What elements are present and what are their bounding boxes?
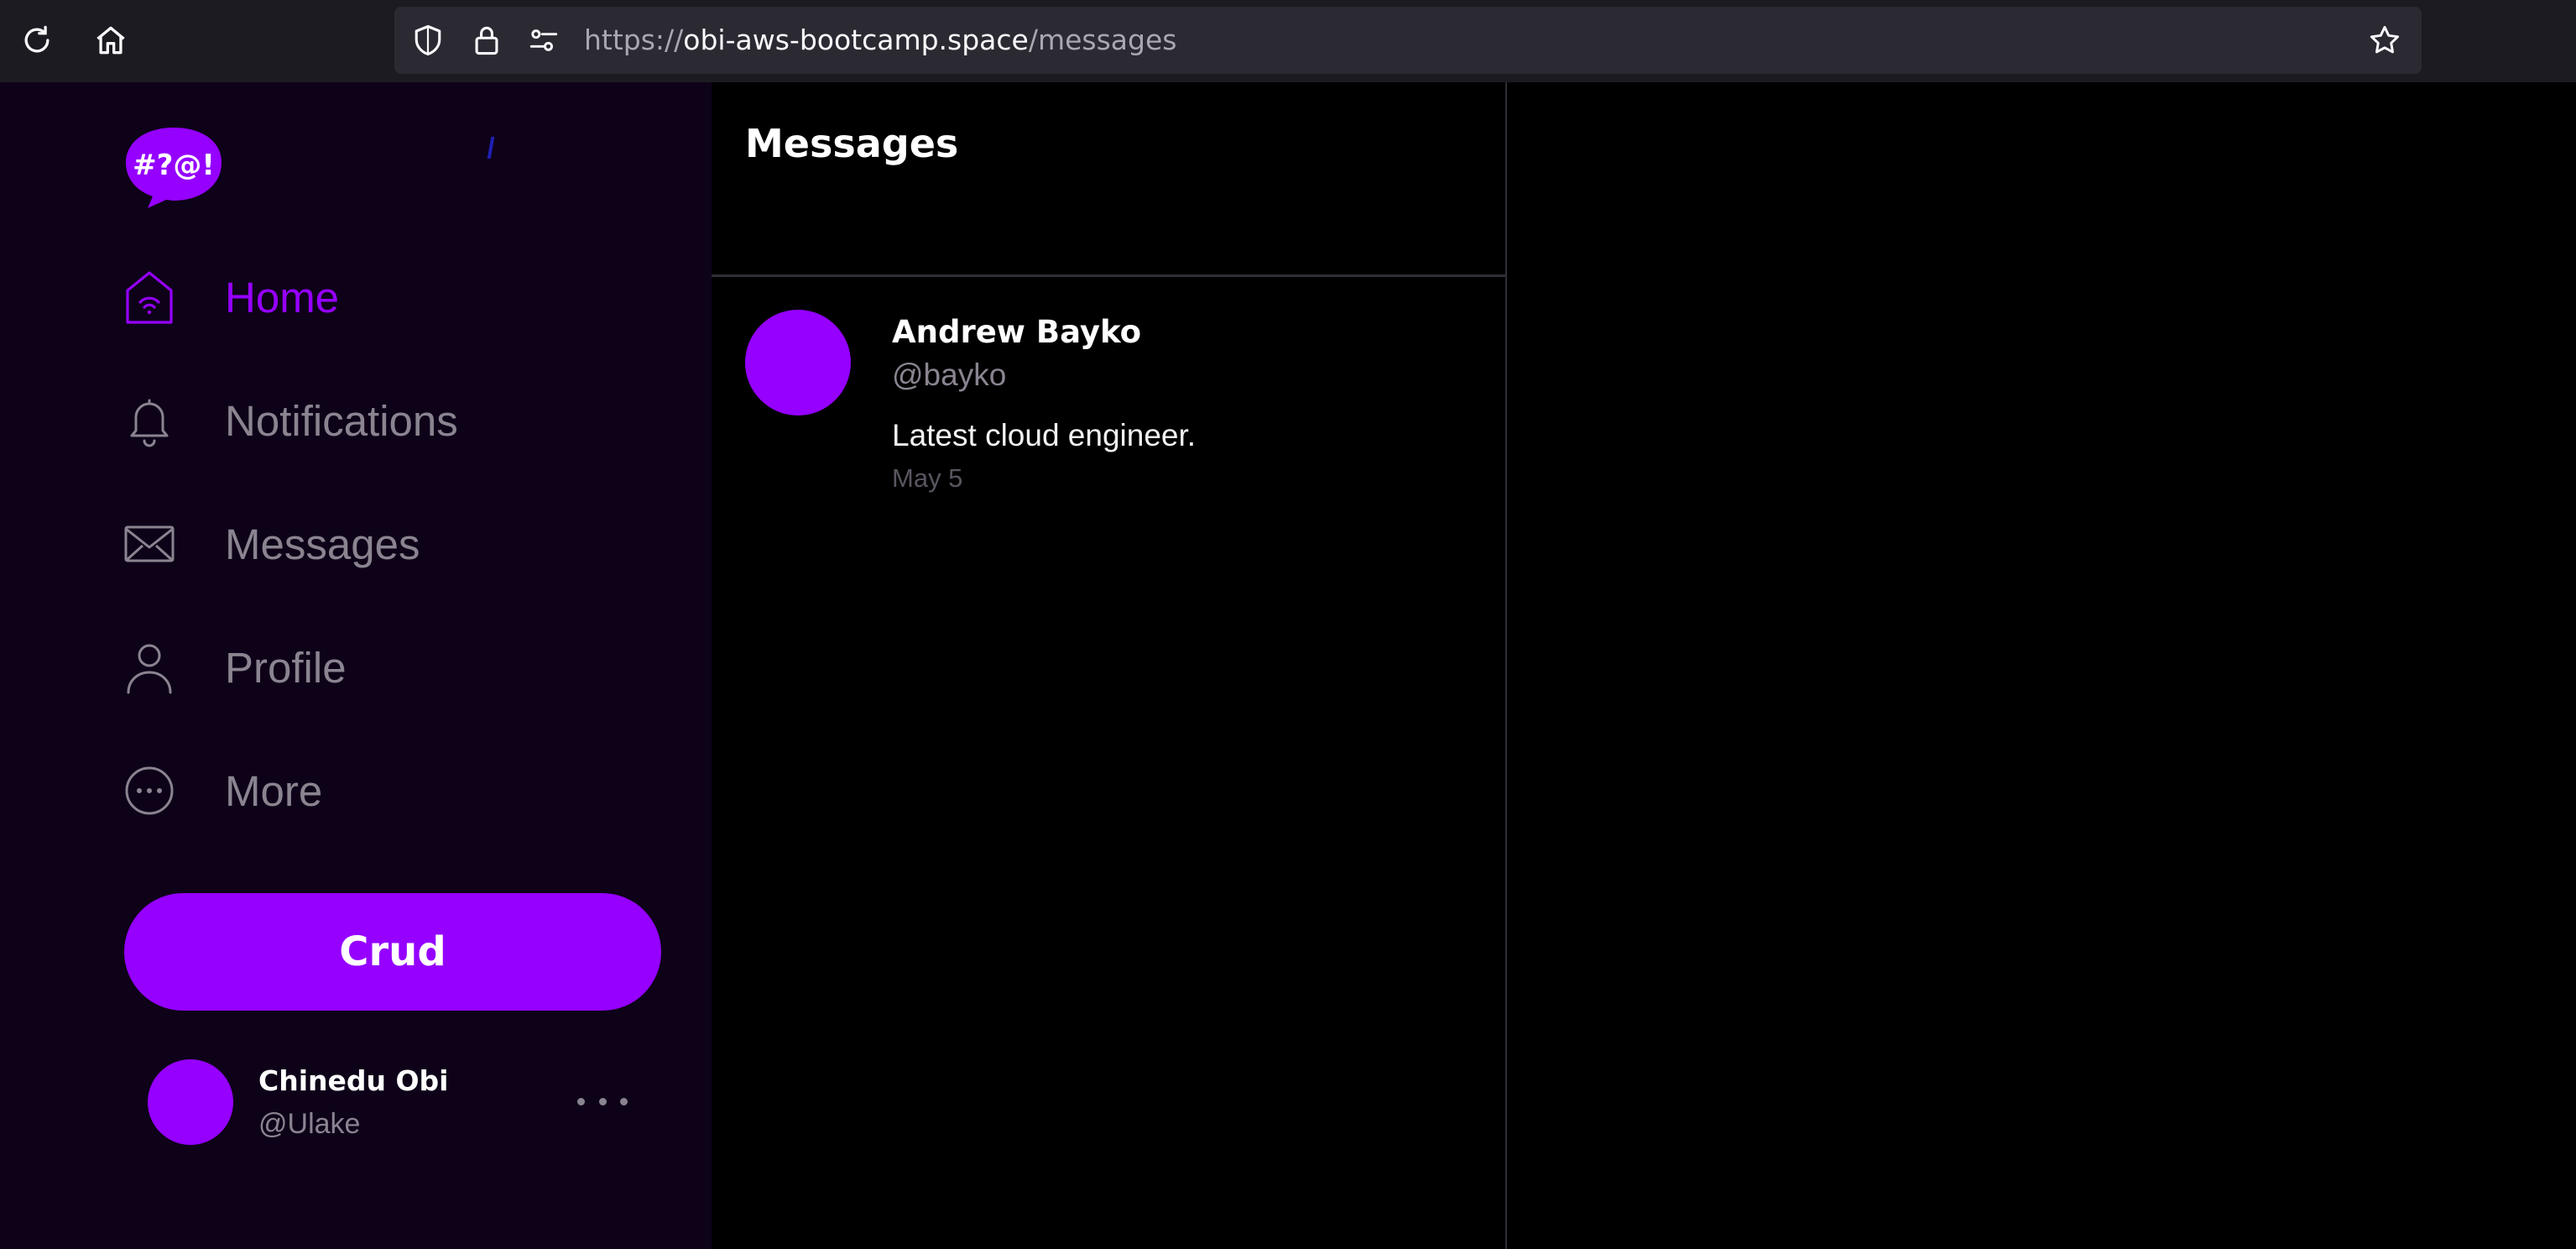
- crud-button[interactable]: Crud: [124, 893, 661, 1011]
- nav-item-notifications[interactable]: Notifications: [124, 387, 644, 454]
- profile-summary[interactable]: Chinedu Obi @Ulake: [148, 1059, 668, 1147]
- profile-name: Chinedu Obi: [258, 1064, 449, 1097]
- reload-icon[interactable]: [17, 20, 57, 60]
- message-sender-name: Andrew Bayko: [892, 314, 1142, 350]
- bell-icon: [124, 392, 175, 449]
- lock-icon[interactable]: [468, 22, 505, 59]
- messages-panel: Messages Andrew Bayko @bayko Latest clou…: [712, 82, 1507, 1249]
- messages-header: Messages: [712, 82, 1505, 277]
- url-bar[interactable]: https://obi-aws-bootcamp.space/messages: [394, 7, 2422, 74]
- avatar: [148, 1059, 233, 1145]
- page-title: Messages: [745, 121, 959, 166]
- url-path: /messages: [1028, 24, 1177, 56]
- nav-label-profile: Profile: [225, 643, 347, 692]
- browser-toolbar: https://obi-aws-bootcamp.space/messages: [0, 0, 2576, 82]
- avatar: [745, 310, 851, 415]
- permissions-icon[interactable]: [525, 22, 562, 59]
- bookmark-star-icon[interactable]: [2366, 22, 2403, 59]
- app-logo[interactable]: #?@!: [124, 126, 223, 210]
- message-date: May 5: [892, 463, 963, 493]
- nav-label-messages: Messages: [225, 520, 420, 568]
- nav-item-messages[interactable]: Messages: [124, 510, 644, 577]
- person-icon: [124, 639, 175, 696]
- logo-text: #?@!: [133, 149, 215, 182]
- more-circle-icon: [124, 762, 175, 819]
- profile-more-icon[interactable]: [577, 1084, 628, 1118]
- home-icon: [124, 269, 175, 326]
- nav-label-more: More: [225, 766, 323, 815]
- url-scheme: https://: [584, 24, 684, 56]
- nav-label-notifications: Notifications: [225, 396, 458, 445]
- list-item[interactable]: Andrew Bayko @bayko Latest cloud enginee…: [712, 307, 1505, 509]
- url-host: obi-aws-bootcamp.space: [683, 24, 1029, 56]
- nav-item-profile[interactable]: Profile: [124, 634, 644, 701]
- shield-icon[interactable]: [409, 22, 446, 59]
- nav-item-more[interactable]: More: [124, 757, 644, 824]
- message-preview: Latest cloud engineer.: [892, 418, 1197, 452]
- conversation-panel: [1508, 82, 2576, 1249]
- message-sender-handle: @bayko: [892, 358, 1007, 392]
- nav-item-home[interactable]: Home: [124, 264, 644, 331]
- envelope-icon: [124, 515, 175, 572]
- url-text[interactable]: https://obi-aws-bootcamp.space/messages: [584, 22, 1176, 59]
- home-icon[interactable]: [91, 20, 131, 60]
- profile-handle: @Ulake: [258, 1108, 361, 1140]
- nav-label-home: Home: [225, 273, 340, 321]
